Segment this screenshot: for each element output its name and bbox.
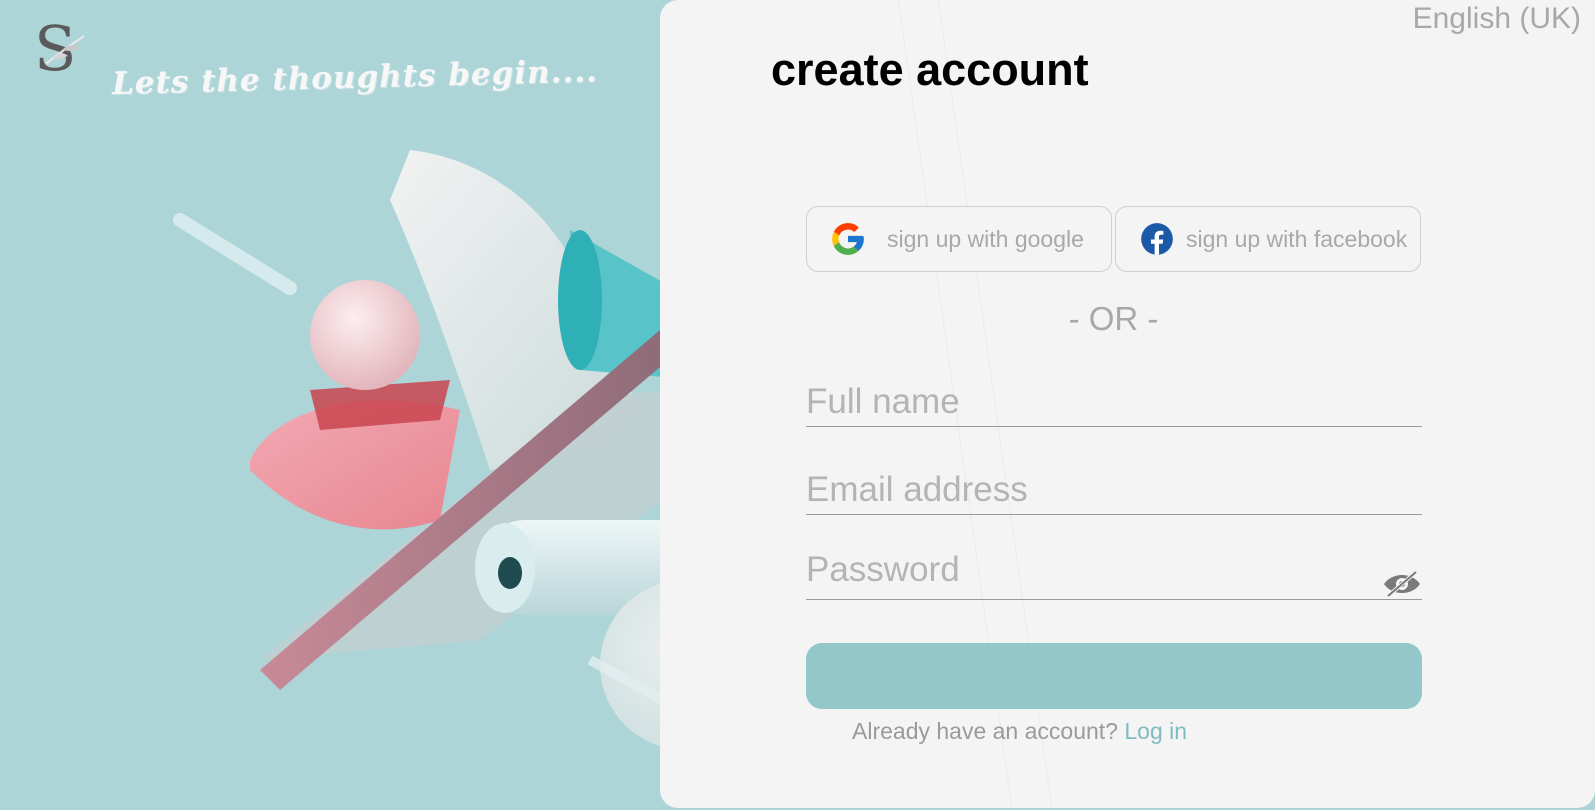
language-selector[interactable]: English (UK) <box>1413 2 1581 36</box>
hero-section: S Lets the thoughts begin.... <box>0 0 813 810</box>
login-prompt: Already have an account? Log in <box>852 718 1187 745</box>
facebook-icon <box>1141 223 1173 255</box>
login-link[interactable]: Log in <box>1124 718 1187 744</box>
or-divider: - OR - <box>1068 300 1159 337</box>
eye-off-icon[interactable] <box>1382 568 1422 598</box>
email-input[interactable] <box>806 466 1422 514</box>
facebook-signup-button[interactable]: sign up with facebook <box>1115 206 1421 272</box>
full-name-field <box>806 378 1422 427</box>
signup-page: S Lets the thoughts begin.... English (U… <box>0 0 1595 810</box>
page-title: create account <box>771 44 1089 95</box>
tagline: Lets the thoughts begin.... <box>111 53 599 102</box>
facebook-signup-label: sign up with facebook <box>1186 225 1408 252</box>
login-prompt-text: Already have an account? <box>852 718 1118 744</box>
password-input[interactable] <box>806 546 1366 594</box>
signup-panel: English (UK) create account sign up with… <box>660 0 1595 808</box>
brand-logo: S <box>34 14 85 80</box>
google-signup-button[interactable]: sign up with google <box>806 206 1112 272</box>
create-account-button[interactable] <box>806 643 1422 709</box>
full-name-input[interactable] <box>806 378 1422 426</box>
google-signup-label: sign up with google <box>887 225 1084 252</box>
password-field <box>806 546 1422 600</box>
email-field <box>806 466 1422 515</box>
google-icon <box>832 223 864 255</box>
